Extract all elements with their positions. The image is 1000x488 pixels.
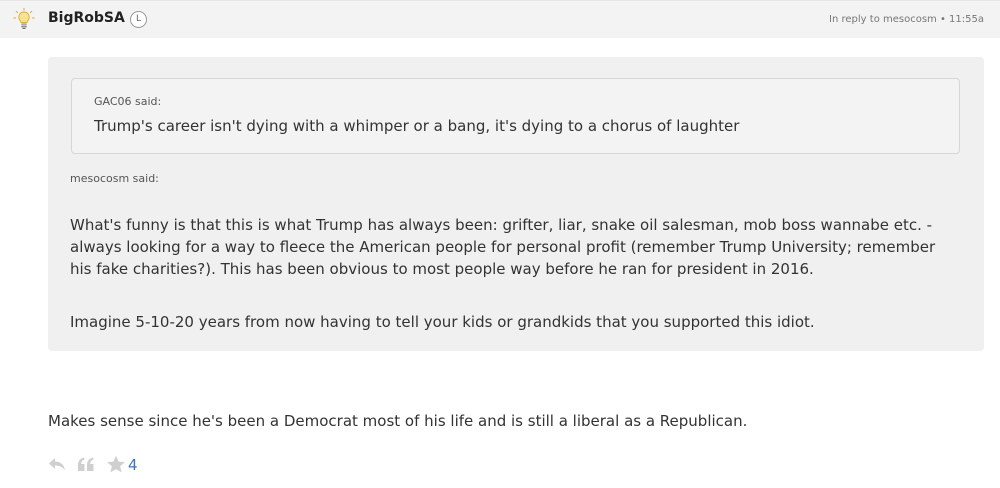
star-count[interactable]: 4 [128, 456, 138, 474]
quote-author[interactable]: mesocosm said: [70, 172, 159, 185]
nested-quote-text: Trump's career isn't dying with a whimpe… [94, 117, 740, 135]
quote-paragraph: Imagine 5-10-20 years from now having to… [70, 313, 815, 331]
post-header: BigRobSA L In reply to mesocosm • 11:55a [0, 0, 1000, 38]
username[interactable]: BigRobSA [48, 10, 125, 26]
lightbulb-icon [13, 8, 35, 29]
reply-info[interactable]: In reply to mesocosm • 11:55a [829, 14, 984, 25]
quote-icon[interactable] [76, 455, 96, 473]
quote-block: GAC06 said: Trump's career isn't dying w… [48, 57, 984, 351]
reply-icon[interactable] [48, 455, 66, 473]
nested-quote-block: GAC06 said: Trump's career isn't dying w… [71, 78, 960, 154]
nested-quote-author[interactable]: GAC06 said: [94, 95, 161, 108]
user-badge: L [130, 11, 147, 28]
star-icon[interactable] [106, 455, 126, 474]
post-body: Makes sense since he's been a Democrat m… [48, 412, 748, 430]
quote-paragraph: What's funny is that this is what Trump … [70, 216, 936, 278]
